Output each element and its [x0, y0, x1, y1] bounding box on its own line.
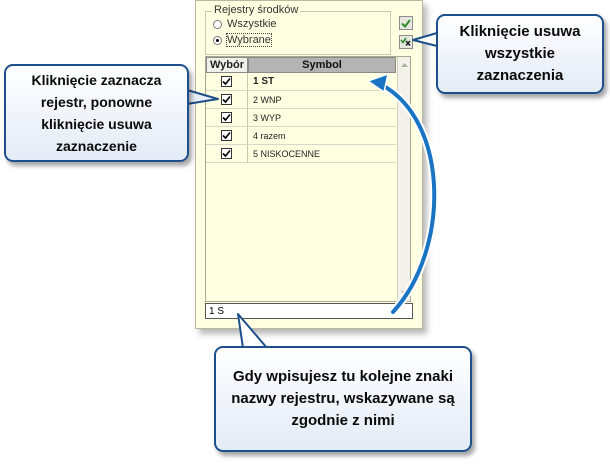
arrow-outline: [376, 80, 439, 316]
curved-arrow: [378, 82, 437, 314]
bottom-callout-pointer: [237, 313, 268, 349]
right-callout-pointer: [412, 32, 438, 47]
callout-clear-all: Kliknięcie usuwa wszystkie zaznaczenia: [436, 14, 604, 94]
callout-toggle-selection: Kliknięcie zaznacza rejestr, ponowne kli…: [4, 64, 189, 162]
callout-search-hint: Gdy wpisujesz tu kolejne znaki nazwy rej…: [214, 346, 472, 452]
arrow-head-icon: [366, 72, 390, 94]
left-callout-pointer: [186, 89, 219, 105]
